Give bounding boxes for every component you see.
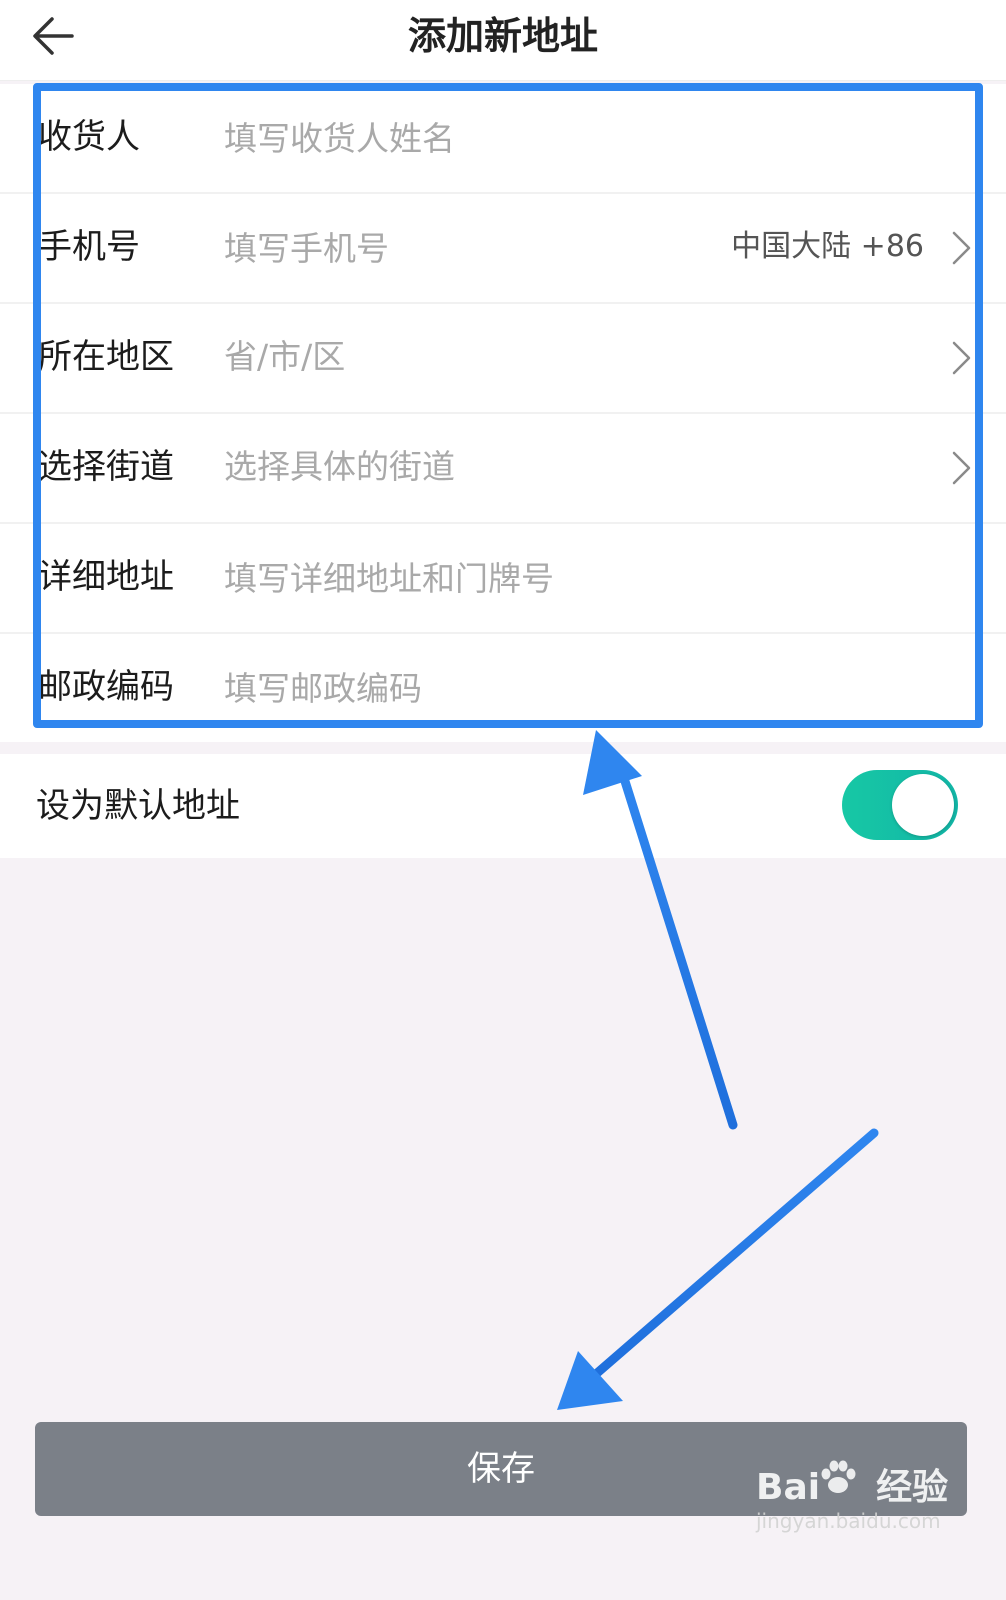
header-bar: 添加新地址 <box>0 0 1006 81</box>
watermark-logo-b: 经验 <box>876 1467 949 1508</box>
chevron-right-icon[interactable] <box>948 230 974 266</box>
street-label: 选择街道 <box>38 447 174 487</box>
form-row-postal-code: 邮政编码 <box>0 634 1006 742</box>
address-form: 收货人 手机号 中国大陆 +86 所在地区 省/市/区 选择街道 选择具体的街道… <box>0 84 1006 742</box>
postal-code-input[interactable] <box>224 662 724 714</box>
watermark-url: jingyan.baidu.com <box>756 1509 941 1533</box>
watermark: Bai 经验 jingyan.baidu.com <box>756 1460 949 1534</box>
paw-icon <box>821 1460 856 1493</box>
form-row-region[interactable]: 所在地区 省/市/区 <box>0 304 1006 414</box>
default-address-toggle[interactable] <box>842 770 958 840</box>
chevron-right-icon[interactable] <box>948 340 974 376</box>
form-row-receiver: 收货人 <box>0 84 1006 194</box>
arrow-down-annotation <box>557 1128 879 1410</box>
country-code-selector[interactable]: 中国大陆 +86 <box>731 194 924 300</box>
receiver-label: 收货人 <box>38 117 140 157</box>
form-row-detail-address: 详细地址 <box>0 524 1006 634</box>
detail-address-input[interactable] <box>224 552 724 604</box>
postal-code-label: 邮政编码 <box>38 667 174 707</box>
chevron-right-icon[interactable] <box>948 450 974 486</box>
form-row-street[interactable]: 选择街道 选择具体的街道 <box>0 414 1006 524</box>
watermark-logo-a: Bai <box>756 1467 821 1508</box>
region-label: 所在地区 <box>38 337 174 377</box>
page-title: 添加新地址 <box>407 14 598 58</box>
default-address-label: 设为默认地址 <box>36 786 240 826</box>
street-selector[interactable]: 选择具体的街道 <box>224 414 455 520</box>
receiver-name-input[interactable] <box>224 112 724 164</box>
toggle-knob <box>892 774 954 836</box>
phone-input[interactable] <box>224 222 684 274</box>
phone-label: 手机号 <box>38 227 140 267</box>
region-selector[interactable]: 省/市/区 <box>224 304 345 410</box>
form-row-phone: 手机号 中国大陆 +86 <box>0 194 1006 304</box>
detail-address-label: 详细地址 <box>38 557 174 597</box>
